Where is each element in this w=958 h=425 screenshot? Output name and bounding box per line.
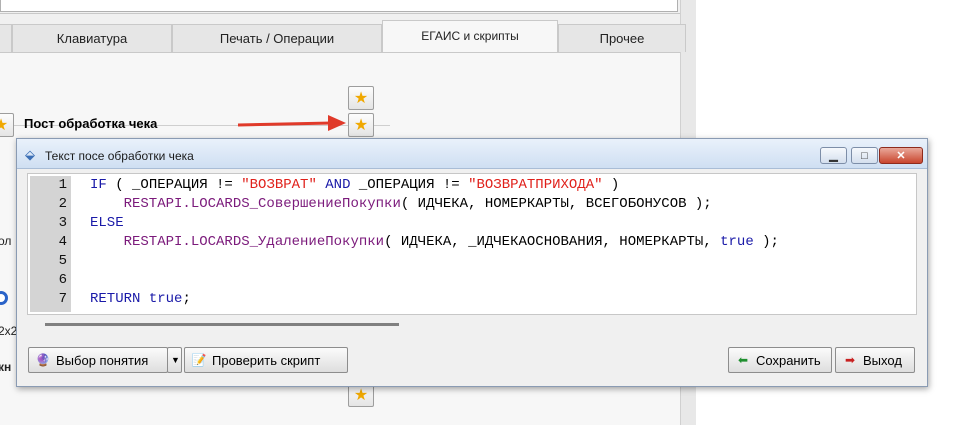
dialog-titlebar[interactable]: ⬙ Текст посе обработки чека ▁ □ ✕ xyxy=(17,139,927,169)
tab-egais-scripts[interactable]: ЕГАИС и скрипты xyxy=(382,20,558,53)
line-number: 3 xyxy=(58,215,67,231)
top-field xyxy=(0,0,680,14)
tab-other[interactable]: Прочее xyxy=(558,24,686,52)
minimize-icon: ▁ xyxy=(829,150,838,162)
select-concept-dropdown[interactable]: ▼ xyxy=(167,347,182,373)
save-label: Сохранить xyxy=(756,352,821,368)
close-button[interactable]: ✕ xyxy=(879,147,923,164)
line-number: 7 xyxy=(58,291,67,307)
partial-label: кн xyxy=(0,360,12,374)
maximize-button[interactable]: □ xyxy=(851,147,878,164)
partial-label: ол xyxy=(0,234,12,248)
favorite-star-button[interactable]: ★ xyxy=(348,86,374,110)
code-line-7: RETURN true; xyxy=(90,291,191,307)
exit-label: Выход xyxy=(863,352,902,368)
code-line-1: IF ( _ОПЕРАЦИЯ != "ВОЗВРАТ" AND _ОПЕРАЦИ… xyxy=(90,177,620,193)
line-number-gutter: 1 2 3 4 5 6 7 xyxy=(30,176,71,312)
left-star-button[interactable]: ★ xyxy=(0,113,14,137)
save-button[interactable]: ⬅ Сохранить xyxy=(728,347,832,373)
dialog-title: Текст посе обработки чека xyxy=(45,149,194,163)
check-script-label: Проверить скрипт xyxy=(212,352,321,368)
maximize-icon: □ xyxy=(861,149,868,162)
check-script-button[interactable]: 📝 Проверить скрипт xyxy=(184,347,348,373)
chevron-down-icon: ▼ xyxy=(171,355,180,365)
red-arrow-annotation xyxy=(237,115,346,131)
exit-button[interactable]: ➡ Выход xyxy=(835,347,915,373)
save-icon: ⬅ xyxy=(737,353,749,367)
post-processing-star-button[interactable]: ★ xyxy=(348,113,374,137)
star-icon: ★ xyxy=(353,117,369,134)
line-number: 5 xyxy=(58,253,67,269)
code-line-2: RESTAPI.LOCARDS_СовершениеПокупки( ИДЧЕК… xyxy=(90,196,712,212)
tab-print-operations[interactable]: Печать / Операции xyxy=(172,24,382,52)
tab-partial[interactable] xyxy=(0,24,12,52)
line-number: 1 xyxy=(58,177,67,193)
minimize-button[interactable]: ▁ xyxy=(820,147,847,164)
code-line-4: RESTAPI.LOCARDS_УдалениеПокупки( ИДЧЕКА,… xyxy=(90,234,779,250)
partial-label: 2x2 xyxy=(0,324,18,338)
star-icon: ★ xyxy=(353,387,369,404)
post-processing-label: Пост обработка чека xyxy=(24,116,158,131)
close-icon: ✕ xyxy=(896,150,906,162)
line-number: 2 xyxy=(58,196,67,212)
code-line-3: ELSE xyxy=(90,215,124,231)
exit-icon: ➡ xyxy=(844,353,856,367)
tab-keyboard[interactable]: Клавиатура xyxy=(12,24,172,52)
checklist-icon: 📝 xyxy=(191,353,207,367)
tab-bar: Клавиатура Печать / Операции ЕГАИС и скр… xyxy=(0,20,696,53)
code-editor[interactable]: 1 2 3 4 5 6 7 IF ( _ОПЕРАЦИЯ != "ВОЗВРАТ… xyxy=(27,173,917,315)
line-number: 4 xyxy=(58,234,67,250)
app-icon: ⬙ xyxy=(25,147,35,162)
post-processing-script-dialog: ⬙ Текст посе обработки чека ▁ □ ✕ 1 2 3 … xyxy=(16,138,928,387)
select-concept-label: Выбор понятия xyxy=(56,352,149,368)
wand-icon: 🔮 xyxy=(35,353,51,367)
star-icon: ★ xyxy=(0,117,9,134)
select-concept-button[interactable]: 🔮 Выбор понятия xyxy=(28,347,168,373)
line-number: 6 xyxy=(58,272,67,288)
star-icon: ★ xyxy=(353,90,369,107)
horizontal-scrollbar[interactable] xyxy=(45,323,399,326)
